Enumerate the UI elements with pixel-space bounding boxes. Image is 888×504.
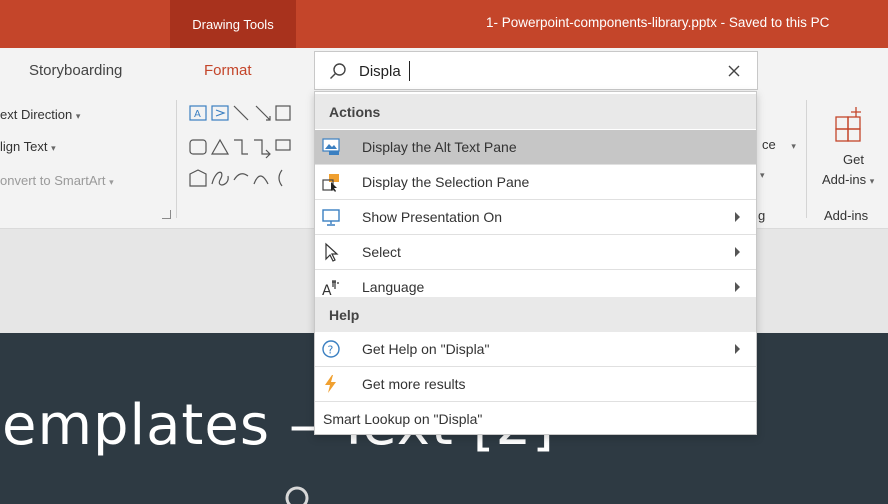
close-icon[interactable]: [727, 64, 741, 78]
search-results-dropdown: Actions Display the Alt Text Pane Displa…: [314, 91, 757, 435]
tab-storyboarding[interactable]: Storyboarding: [29, 62, 122, 79]
monitor-icon: [322, 209, 340, 226]
arc-shape-icon[interactable]: [233, 173, 249, 181]
drawing-tools-label: Drawing Tools: [192, 16, 274, 32]
small-rectangle-shape-icon[interactable]: [275, 139, 291, 151]
help-icon: ?: [322, 340, 340, 358]
selection-pane-icon: [322, 174, 339, 192]
result-label: Get Help on "Displa": [362, 341, 490, 357]
textbox-shape-icon[interactable]: A: [189, 105, 207, 121]
get-addins-label: Add-ins: [822, 172, 867, 187]
get-addins-line1[interactable]: Get: [843, 152, 864, 167]
magnifier-graphic-icon: [285, 486, 309, 504]
contextual-tab-drawing-tools: Drawing Tools: [170, 0, 296, 48]
partial-ce-label: ce: [762, 137, 776, 152]
submenu-arrow-icon: [735, 247, 740, 257]
text-direction-button[interactable]: ext Direction ▾: [0, 107, 80, 122]
alt-text-pane-icon: [322, 138, 340, 155]
text-caret: [409, 61, 410, 81]
actions-header-label: Actions: [329, 103, 381, 120]
scribble-shape-icon[interactable]: [211, 171, 229, 186]
brace-shape-icon[interactable]: [278, 169, 283, 187]
convert-smartart-label: onvert to SmartArt: [0, 173, 106, 188]
text-direction-label: ext Direction: [0, 107, 73, 122]
rectangle-shape-icon[interactable]: [275, 105, 291, 121]
svg-text:A: A: [322, 283, 332, 297]
partial-group-label: g: [758, 208, 766, 223]
tab-format[interactable]: Format: [204, 62, 252, 79]
dropdown-arrow-icon: ▾: [791, 141, 796, 151]
result-label: Display the Alt Text Pane: [362, 139, 517, 155]
elbow-connector-shape-icon[interactable]: [234, 139, 248, 155]
result-label: Select: [362, 244, 401, 260]
title-bar: Drawing Tools 1- Powerpoint-components-l…: [0, 0, 888, 48]
dropdown-arrow-icon[interactable]: ▾: [760, 170, 765, 181]
result-label: Smart Lookup on "Displa": [323, 411, 483, 427]
group-divider: [176, 100, 177, 218]
addins-group-label: Add-ins: [824, 208, 869, 223]
dropdown-arrow-icon: ▾: [75, 111, 81, 121]
document-title: 1- Powerpoint-components-library.pptx - …: [486, 15, 830, 30]
line-shape-icon[interactable]: [233, 105, 249, 121]
result-get-help[interactable]: ? Get Help on "Displa": [315, 332, 756, 366]
submenu-arrow-icon: [735, 212, 740, 222]
submenu-arrow-icon: [735, 282, 740, 292]
result-label: Show Presentation On: [362, 209, 503, 225]
rounded-rectangle-shape-icon[interactable]: [189, 139, 207, 155]
partial-ribbon-control[interactable]: ce ▾: [762, 137, 796, 152]
svg-text:A: A: [194, 109, 201, 120]
freeform-shape-icon[interactable]: [189, 169, 207, 187]
dropdown-arrow-icon: ▾: [51, 143, 56, 153]
convert-smartart-button[interactable]: onvert to SmartArt ▾: [0, 173, 114, 188]
vertical-textbox-shape-icon[interactable]: [211, 105, 229, 121]
arrow-shape-icon[interactable]: [255, 105, 271, 121]
help-section-header: Help: [315, 297, 756, 332]
result-get-more-results[interactable]: Get more results: [315, 367, 756, 401]
tell-me-search-box[interactable]: [314, 51, 758, 90]
result-label: Get more results: [362, 376, 466, 392]
dropdown-arrow-icon: ▾: [109, 177, 114, 187]
get-addins-icon[interactable]: [832, 103, 872, 145]
group-divider: [806, 100, 807, 218]
get-addins-button[interactable]: Add-ins ▾: [822, 172, 874, 187]
shape-gallery[interactable]: A: [186, 100, 318, 208]
actions-section-header: Actions: [315, 94, 756, 129]
search-icon: [330, 63, 346, 79]
elbow-arrow-shape-icon[interactable]: [254, 139, 271, 159]
result-smart-lookup[interactable]: Smart Lookup on "Displa": [315, 402, 756, 436]
result-label: Language: [362, 279, 425, 295]
align-text-button[interactable]: lign Text ▾: [0, 139, 56, 154]
result-show-presentation-on[interactable]: Show Presentation On: [315, 200, 756, 234]
help-header-label: Help: [329, 306, 360, 323]
result-label: Display the Selection Pane: [362, 174, 530, 190]
curve-shape-icon[interactable]: [253, 175, 269, 185]
submenu-arrow-icon: [735, 344, 740, 354]
cursor-icon: [325, 242, 339, 262]
svg-text:?: ?: [328, 344, 334, 357]
align-text-label: lign Text: [0, 139, 48, 154]
triangle-shape-icon[interactable]: [210, 138, 230, 155]
result-display-selection-pane[interactable]: Display the Selection Pane: [315, 165, 756, 199]
lightning-icon: [325, 375, 336, 393]
language-icon: A: [322, 280, 339, 297]
dialog-launcher-icon[interactable]: [162, 210, 171, 219]
dropdown-arrow-icon: ▾: [869, 176, 875, 186]
result-display-alt-text-pane[interactable]: Display the Alt Text Pane: [315, 130, 756, 164]
result-select[interactable]: Select: [315, 235, 756, 269]
